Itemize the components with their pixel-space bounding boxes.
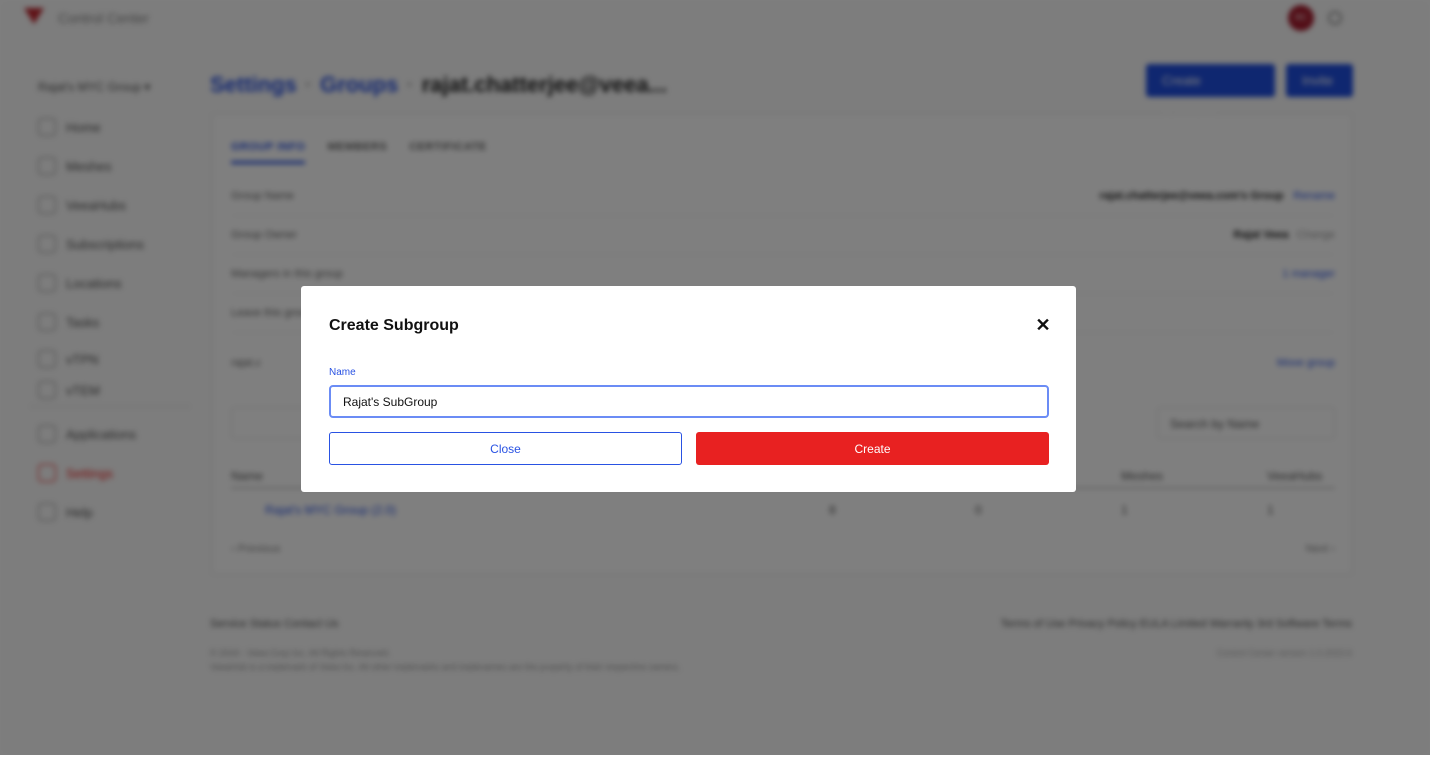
close-button[interactable]: Close <box>329 432 682 465</box>
create-subgroup-dialog: Create Subgroup ✕ Name Close Create <box>301 286 1076 492</box>
dialog-title: Create Subgroup <box>329 317 459 334</box>
name-input[interactable] <box>329 385 1049 418</box>
name-label: Name <box>329 367 356 378</box>
create-button[interactable]: Create <box>696 432 1049 465</box>
close-icon[interactable]: ✕ <box>1035 316 1051 334</box>
